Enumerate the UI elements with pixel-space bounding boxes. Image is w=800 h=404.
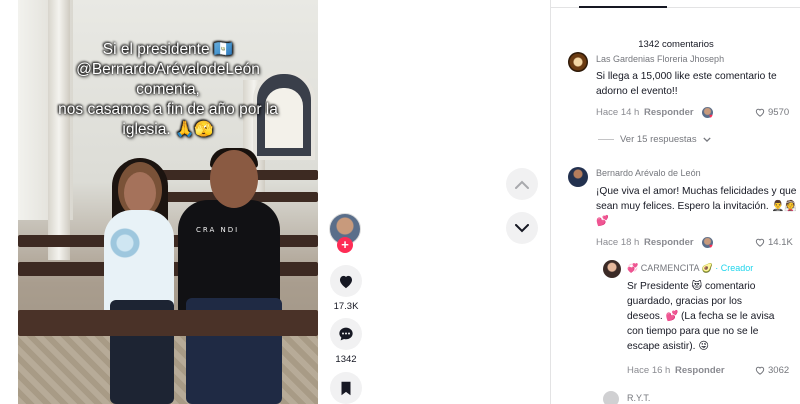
comments-panel: 1342 comentarios Las Gardenias Floreria … bbox=[550, 0, 800, 404]
reply-text-line: Sr Presidente 😻 comentario bbox=[627, 281, 756, 292]
comment-icon bbox=[339, 327, 353, 341]
reply-like-button[interactable]: 3062 bbox=[755, 365, 789, 376]
avatar[interactable] bbox=[568, 52, 588, 72]
reply-text-line: guardado, gracias por los bbox=[627, 296, 742, 307]
heart-outline-icon bbox=[755, 108, 765, 117]
reply-time: Hace 16 h bbox=[627, 365, 671, 376]
avatar[interactable] bbox=[603, 391, 619, 404]
like-button[interactable] bbox=[330, 265, 362, 297]
avatar[interactable] bbox=[603, 260, 621, 278]
comment-text: Si llega a 15,000 like este comentario t… bbox=[596, 71, 777, 97]
reply-author-row: 💞 CARMENCITA 🥑 · Creador bbox=[627, 263, 753, 274]
woman-face bbox=[124, 172, 156, 214]
reply-text-line: escape asistir). 😜 bbox=[627, 341, 709, 352]
heart-icon bbox=[340, 275, 352, 288]
creator-liked-heart-icon: ♥ bbox=[709, 114, 713, 120]
comment-like-button[interactable]: 14.1K bbox=[755, 237, 793, 248]
caption-line: Si el presidente 🇬🇹 bbox=[102, 41, 234, 58]
comment-like-button[interactable]: 9570 bbox=[755, 107, 789, 118]
comment-text: ¡Que viva el amor! Muchas felicidades y … bbox=[596, 186, 797, 227]
reply-text: Sr Presidente 😻 comentario guardado, gra… bbox=[627, 279, 799, 354]
view-replies-label[interactable]: Ver 15 respuestas bbox=[620, 134, 697, 145]
save-button[interactable] bbox=[330, 372, 362, 404]
avatar[interactable] bbox=[568, 167, 588, 187]
reply-button[interactable]: Responder bbox=[644, 237, 694, 248]
comment-count-header: 1342 comentarios bbox=[638, 39, 714, 50]
caption-line: comenta, bbox=[136, 81, 200, 98]
view-replies-button[interactable]: Ver 15 respuestas bbox=[598, 134, 711, 145]
man-head bbox=[210, 150, 258, 208]
follow-button[interactable]: + bbox=[337, 237, 353, 253]
comment-author[interactable]: Bernardo Arévalo de León bbox=[596, 168, 701, 178]
comment-like-count: 14.1K bbox=[768, 237, 793, 248]
creator-badge: · Creador bbox=[715, 263, 754, 273]
comment-author[interactable]: Las Gardenias Floreria Jhoseph bbox=[596, 54, 724, 64]
previous-video-button[interactable] bbox=[506, 168, 538, 200]
comment-count: 1342 bbox=[335, 354, 357, 365]
reply-text-line: con tiempo para que no se le bbox=[627, 326, 759, 337]
caption-line: iglesia. 🙏🫣 bbox=[122, 121, 214, 138]
caption-mention[interactable]: @BernardoArévalodeLeón bbox=[18, 60, 318, 80]
caption-line: nos casamos a fin de año por la bbox=[58, 101, 278, 118]
comment-time: Hace 18 h bbox=[596, 237, 640, 248]
comment-time: Hace 14 h bbox=[596, 107, 640, 118]
next-video-button[interactable] bbox=[506, 212, 538, 244]
comment-button[interactable] bbox=[330, 318, 362, 350]
video-caption: Si el presidente 🇬🇹 @BernardoArévalodeLe… bbox=[18, 40, 318, 140]
reply-button[interactable]: Responder bbox=[675, 365, 725, 376]
creator-avatar-wrap[interactable]: + bbox=[329, 213, 361, 253]
tab-comments-indicator[interactable] bbox=[579, 6, 667, 8]
chevron-up-icon bbox=[515, 180, 529, 189]
reply-like-count: 3062 bbox=[768, 365, 790, 376]
reply-text-line: deseos. 💕 (La fecha se le avisa bbox=[627, 311, 775, 322]
comment-like-count: 9570 bbox=[768, 107, 790, 118]
creator-liked-heart-icon: ♥ bbox=[709, 244, 713, 250]
bookmark-icon bbox=[341, 381, 351, 395]
chevron-down-icon bbox=[515, 223, 529, 232]
like-count: 17.3K bbox=[333, 301, 359, 312]
reply-author[interactable]: R.Y.T. bbox=[627, 393, 650, 403]
reply-author[interactable]: 💞 CARMENCITA 🥑 bbox=[627, 263, 713, 273]
front-pew bbox=[18, 310, 318, 336]
chevron-down-icon bbox=[702, 137, 711, 142]
shirt-print: CRA NDI bbox=[196, 226, 240, 234]
heart-outline-icon bbox=[755, 366, 765, 375]
heart-outline-icon bbox=[755, 238, 765, 247]
reply-button[interactable]: Responder bbox=[644, 107, 694, 118]
divider-dash bbox=[598, 139, 614, 140]
